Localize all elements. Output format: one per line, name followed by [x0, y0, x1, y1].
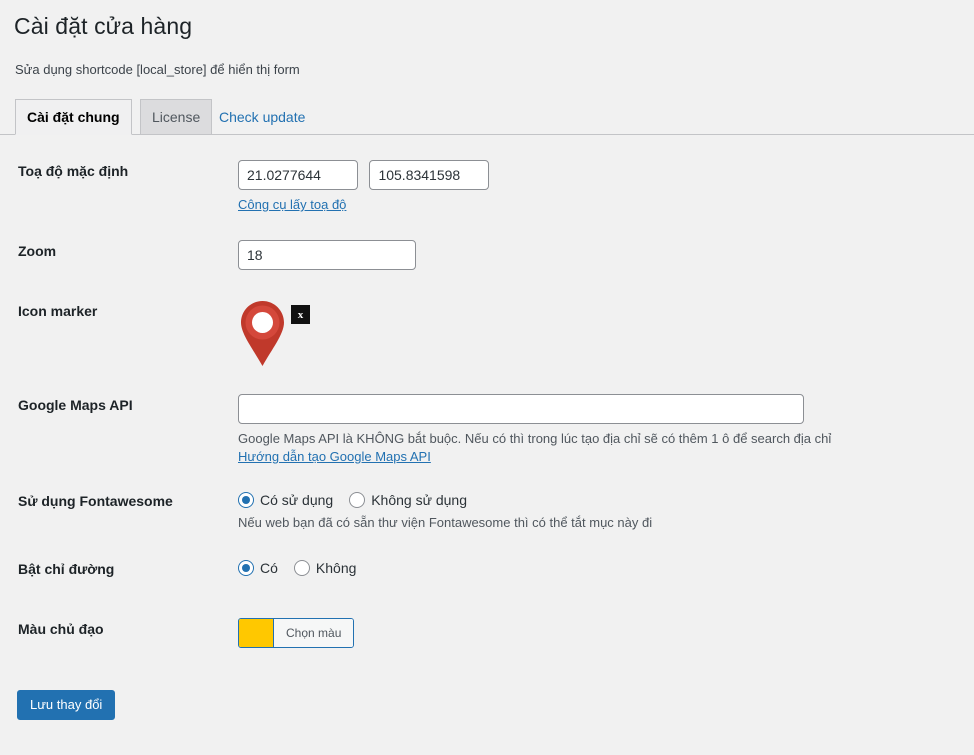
tab-license[interactable]: License: [140, 99, 213, 134]
page-title: Cài đặt cửa hàng: [14, 13, 193, 39]
radio-selected-icon: [238, 492, 254, 508]
label-icon-marker: Icon marker: [18, 303, 98, 319]
row-icon-marker: Icon marker x: [0, 300, 974, 375]
row-google-maps-api: Google Maps API Google Maps API là KHÔNG…: [0, 394, 974, 466]
remove-icon-marker-button[interactable]: x: [291, 305, 310, 324]
fontawesome-option-no-label: Không sử dụng: [371, 492, 467, 508]
color-swatch: [239, 619, 273, 647]
google-maps-api-description: Google Maps API là KHÔNG bắt buộc. Nếu c…: [238, 431, 832, 446]
label-fontawesome: Sử dụng Fontawesome: [18, 493, 173, 509]
zoom-input[interactable]: [238, 240, 416, 270]
row-direction: Bật chỉ đường Có Không: [0, 558, 974, 579]
tab-general[interactable]: Cài đặt chung: [15, 99, 132, 135]
fontawesome-radio-group: Có sử dụng Không sử dụng: [238, 490, 974, 510]
radio-selected-icon: [238, 560, 254, 576]
save-changes-button[interactable]: Lưu thay đổi: [17, 690, 116, 720]
label-primary-color: Màu chủ đạo: [18, 621, 104, 637]
latitude-input[interactable]: [238, 160, 358, 190]
longitude-input[interactable]: [369, 160, 490, 190]
google-maps-api-guide-link[interactable]: Hướng dẫn tạo Google Maps API: [238, 449, 431, 464]
direction-option-no-label: Không: [315, 560, 357, 576]
fontawesome-option-yes[interactable]: Có sử dụng: [238, 491, 333, 509]
google-maps-api-input[interactable]: [238, 394, 804, 424]
tab-check-update[interactable]: Check update: [208, 99, 316, 134]
direction-radio-group: Có Không: [238, 558, 974, 578]
tab-bar: Cài đặt chung License Check update: [0, 99, 974, 135]
fontawesome-description: Nếu web bạn đã có sẵn thư viện Fontaweso…: [238, 515, 653, 530]
label-default-coordinates: Toạ độ mặc định: [18, 163, 129, 179]
page-subtitle: Sửa dụng shortcode [local_store] để hiển…: [15, 62, 300, 77]
coordinate-tool-link[interactable]: Công cụ lấy toạ độ: [238, 197, 346, 212]
radio-unselected-icon: [349, 492, 366, 508]
direction-option-yes-label: Có: [260, 560, 278, 576]
fontawesome-option-no[interactable]: Không sử dụng: [349, 491, 467, 509]
direction-option-yes[interactable]: Có: [238, 559, 278, 577]
row-zoom: Zoom: [0, 240, 974, 270]
settings-page: Cài đặt cửa hàng Sửa dụng shortcode [loc…: [0, 0, 974, 755]
label-google-maps-api: Google Maps API: [18, 397, 133, 413]
color-picker-button[interactable]: Chọn màu: [238, 618, 355, 648]
label-zoom: Zoom: [18, 243, 57, 259]
direction-option-no[interactable]: Không: [293, 559, 357, 577]
color-picker-label: Chọn màu: [273, 619, 354, 647]
row-primary-color: Màu chủ đạo Chọn màu: [0, 618, 974, 652]
label-direction: Bật chỉ đường: [18, 561, 115, 577]
radio-unselected-icon: [293, 560, 310, 576]
row-fontawesome: Sử dụng Fontawesome Có sử dụng Không sử …: [0, 490, 974, 531]
row-default-coordinates: Toạ độ mặc định Công cụ lấy toạ độ: [0, 160, 974, 214]
fontawesome-option-yes-label: Có sử dụng: [260, 492, 334, 508]
map-marker-icon: [241, 301, 284, 366]
